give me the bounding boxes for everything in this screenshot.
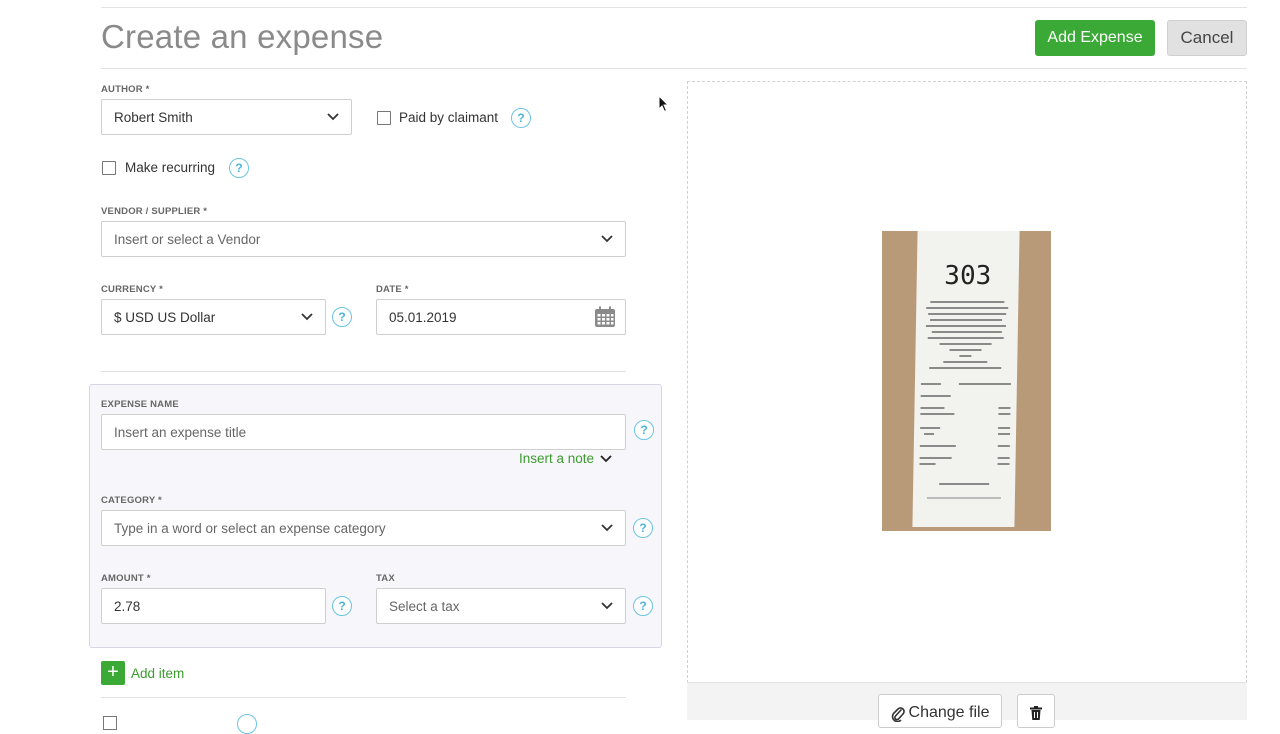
paid-by-claimant-checkbox[interactable] <box>377 111 391 125</box>
help-icon[interactable]: ? <box>633 518 653 538</box>
change-file-label: Change file <box>908 704 990 721</box>
change-file-button[interactable]: Change file <box>878 694 1002 728</box>
receipt-paper: 303 <box>912 231 1020 527</box>
date-label: DATE * <box>376 284 409 295</box>
add-expense-button[interactable]: Add Expense <box>1035 20 1155 56</box>
section-divider <box>101 371 626 372</box>
delete-file-button[interactable] <box>1017 694 1055 728</box>
page-title: Create an expense <box>101 18 384 55</box>
chevron-down-icon <box>601 602 613 610</box>
chevron-down-icon <box>601 235 613 243</box>
help-icon[interactable]: ? <box>634 420 654 440</box>
top-divider <box>101 7 1247 8</box>
help-icon[interactable]: ? <box>332 596 352 616</box>
checkbox[interactable] <box>103 716 117 730</box>
help-icon[interactable]: ? <box>633 596 653 616</box>
vendor-select[interactable]: Insert or select a Vendor <box>101 221 626 257</box>
currency-label: CURRENCY * <box>101 284 164 295</box>
chevron-down-icon <box>600 454 612 462</box>
insert-note-label: Insert a note <box>519 451 595 466</box>
chevron-down-icon <box>301 313 313 321</box>
expense-name-placeholder: Insert an expense title <box>114 424 247 440</box>
vendor-placeholder: Insert or select a Vendor <box>114 231 261 247</box>
tax-label: TAX <box>376 573 395 584</box>
category-select[interactable]: Type in a word or select an expense cate… <box>101 510 626 546</box>
chevron-down-icon <box>601 524 613 532</box>
add-item-link[interactable]: Add item <box>131 666 184 681</box>
date-value: 05.01.2019 <box>389 309 457 325</box>
make-recurring-checkbox[interactable] <box>102 161 116 175</box>
calendar-icon[interactable] <box>594 306 616 328</box>
amount-value: 2.78 <box>114 598 141 614</box>
help-icon[interactable]: ? <box>332 307 352 327</box>
expense-name-label: EXPENSE NAME <box>101 399 179 410</box>
amount-label: AMOUNT * <box>101 573 151 584</box>
date-input[interactable]: 05.01.2019 <box>376 299 626 335</box>
receipt-number: 303 <box>944 261 992 291</box>
add-item-plus-icon[interactable]: + <box>101 661 125 685</box>
help-icon[interactable] <box>237 714 257 734</box>
tax-select[interactable]: Select a tax <box>376 588 626 624</box>
trash-icon <box>1030 706 1042 720</box>
expense-name-input[interactable]: Insert an expense title <box>101 414 626 450</box>
receipt-image: 303 <box>882 231 1051 531</box>
category-label: CATEGORY * <box>101 495 162 506</box>
mouse-cursor-icon <box>658 95 670 113</box>
insert-note-link[interactable]: Insert a note <box>519 451 612 466</box>
amount-input[interactable]: 2.78 <box>101 588 326 624</box>
currency-select[interactable]: $ USD US Dollar <box>101 299 326 335</box>
section-divider <box>101 697 626 698</box>
make-recurring-label: Make recurring <box>125 160 216 175</box>
tax-placeholder: Select a tax <box>389 598 460 614</box>
category-placeholder: Type in a word or select an expense cate… <box>114 520 386 536</box>
author-select[interactable]: Robert Smith <box>101 99 352 135</box>
help-icon[interactable]: ? <box>511 108 531 128</box>
paid-by-claimant-label: Paid by claimant <box>399 110 499 125</box>
header-divider <box>101 68 1247 69</box>
vendor-label: VENDOR / SUPPLIER * <box>101 206 208 217</box>
author-value: Robert Smith <box>114 109 193 125</box>
author-label: AUTHOR * <box>101 84 150 95</box>
chevron-down-icon <box>327 113 339 121</box>
help-icon[interactable]: ? <box>229 158 249 178</box>
currency-value: $ USD US Dollar <box>114 309 216 325</box>
cancel-button[interactable]: Cancel <box>1167 20 1247 56</box>
